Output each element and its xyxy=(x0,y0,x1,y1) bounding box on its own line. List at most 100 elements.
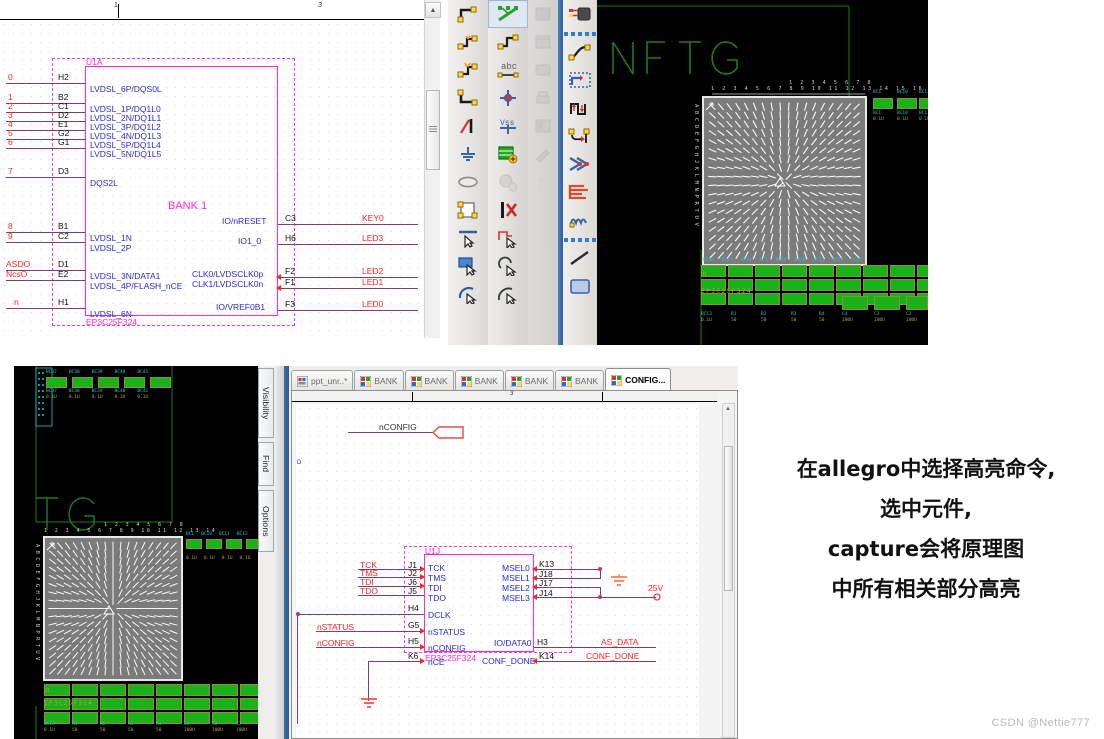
place-bus-entry-icon[interactable] xyxy=(448,56,488,84)
bulk-capacitor[interactable] xyxy=(842,296,868,310)
bulk-capacitor[interactable] xyxy=(906,296,928,310)
select-lasso-pointer-icon[interactable] xyxy=(448,280,488,308)
freehand-select-pointer-icon[interactable] xyxy=(488,252,528,280)
place-vcc-icon[interactable]: Vss xyxy=(488,112,528,140)
net-highlight-icon[interactable] xyxy=(563,0,597,28)
select-box-pointer-icon[interactable] xyxy=(448,252,488,280)
route-connect-icon[interactable] xyxy=(563,38,597,66)
tab-label: BANK xyxy=(524,376,549,386)
net-wire[interactable] xyxy=(6,83,85,84)
place-bus-icon[interactable] xyxy=(488,0,528,28)
bulk-capacitor[interactable] xyxy=(874,296,900,310)
place-ground-icon[interactable] xyxy=(448,140,488,168)
bga-row-letters: ABCDEFGHJKLMNPRTUV xyxy=(34,544,40,664)
place-ellipse-icon[interactable] xyxy=(448,168,488,196)
place-wire-corner-icon[interactable] xyxy=(448,84,488,112)
tab-config[interactable]: CONFIG... xyxy=(605,368,672,391)
tab-bank-1[interactable]: BANK xyxy=(354,370,404,391)
tab-bank-3[interactable]: BANK xyxy=(454,370,504,391)
meander-icon[interactable] xyxy=(563,206,597,234)
net-wire[interactable] xyxy=(534,647,656,648)
net-wire[interactable] xyxy=(6,177,85,178)
capture-window[interactable]: Visibility Find Options ppt_unr..* BANK … xyxy=(258,366,738,739)
cap-row-top-pads[interactable] xyxy=(46,377,171,388)
net-wire[interactable] xyxy=(348,432,434,433)
place-power-icon[interactable] xyxy=(488,84,528,112)
toolbar-column-4[interactable] xyxy=(563,0,597,345)
route-corner-icon[interactable] xyxy=(563,66,597,94)
capacitor-pad[interactable] xyxy=(873,98,893,109)
net-wire[interactable] xyxy=(6,308,85,309)
net-wire[interactable] xyxy=(297,614,298,724)
capture-schematic-canvas[interactable]: D nCONFIG U1J EP3C25F324 TCK J1 TCK TMS … xyxy=(296,404,699,738)
net-wire[interactable] xyxy=(278,310,418,311)
slide-net-icon[interactable] xyxy=(563,122,597,150)
capacitor-pad[interactable] xyxy=(897,98,917,109)
net-wire[interactable] xyxy=(297,614,424,615)
bus-route-icon[interactable] xyxy=(563,178,597,206)
arc-select-pointer-icon[interactable] xyxy=(488,280,528,308)
net-wire[interactable] xyxy=(6,280,85,281)
net-wire[interactable] xyxy=(6,242,85,243)
capture-schematic-area[interactable]: 3 ▲ D nCONFIG U1J EP3C25F324 TCK J1 TCK … xyxy=(291,390,738,739)
bga-column-numbers-2: 1 2 3 4 5 6 7 8 xyxy=(789,80,874,86)
net-wire[interactable] xyxy=(6,139,85,140)
net-wire[interactable] xyxy=(536,661,656,662)
net-wire[interactable] xyxy=(278,244,418,245)
tab-bank-2[interactable]: BANK xyxy=(404,370,454,391)
delete-x-icon[interactable] xyxy=(488,196,528,224)
net-wire[interactable] xyxy=(600,597,656,598)
net-wire[interactable] xyxy=(6,121,85,122)
line-icon[interactable] xyxy=(563,244,597,272)
toolbar-column-1[interactable] xyxy=(448,0,488,345)
tab-project[interactable]: ppt_unr..* xyxy=(291,370,354,391)
delay-tune-icon[interactable] xyxy=(563,94,597,122)
top-schematic-canvas[interactable]: U1A EP3C25F324 BANK 1 0 H2 LVDSL_6P/DQS0… xyxy=(0,20,432,338)
fanout-icon[interactable] xyxy=(563,150,597,178)
tab-bank-5[interactable]: BANK xyxy=(555,370,605,391)
net-wire[interactable] xyxy=(368,661,424,662)
place-wire-icon[interactable] xyxy=(448,0,488,28)
toolbar-column-2[interactable]: abc Vss xyxy=(488,0,528,345)
pcb-view-top[interactable]: 1 2 3 4 5 6 7 8 9 10 11 12 13 14 15 16 1… xyxy=(597,0,928,345)
net-wire[interactable] xyxy=(368,661,369,701)
shape-icon[interactable] xyxy=(563,272,597,300)
place-net-alias-icon[interactable] xyxy=(448,28,488,56)
tab-bank-4[interactable]: BANK xyxy=(504,370,555,391)
net-wire[interactable] xyxy=(6,112,85,113)
net-wire[interactable] xyxy=(6,103,85,104)
top-schematic-vscrollbar[interactable]: ▲ xyxy=(424,0,441,338)
bga-package-u1[interactable] xyxy=(43,536,183,681)
pcb-view-bottom[interactable]: BC37 BC38 BC39 BC40 BC41 BC37 BC38 BC39 … xyxy=(14,366,258,739)
side-tab-visibility[interactable]: Visibility xyxy=(258,368,274,438)
net-label: LED0 xyxy=(362,299,384,309)
schematic-page-tabs[interactable]: ppt_unr..* BANK BANK BANK BANK BANK CONF… xyxy=(291,367,738,391)
capture-vscrollbar[interactable]: ▲ xyxy=(722,403,735,738)
scrollbar-thumb[interactable] xyxy=(724,446,733,591)
cap-col-right-refs: BC1 BC10 BC11 BC12 xyxy=(186,532,248,537)
net-wire[interactable] xyxy=(278,224,418,225)
place-database-part-icon[interactable] xyxy=(488,140,528,168)
net-wire[interactable] xyxy=(6,148,85,149)
bga-package-u1[interactable] xyxy=(702,96,867,266)
place-line-icon[interactable] xyxy=(448,112,488,140)
scroll-up-icon[interactable]: ▲ xyxy=(425,2,441,18)
select-pointer-icon[interactable] xyxy=(448,224,488,252)
net-wire[interactable] xyxy=(6,232,85,233)
panel-scroll-strip[interactable] xyxy=(276,366,284,739)
side-tab-options[interactable]: Options xyxy=(258,490,274,552)
net-wire[interactable] xyxy=(278,277,418,278)
printer-disabled-icon xyxy=(528,84,558,112)
bulk-cap-val: 100U xyxy=(874,318,885,323)
capacitor-pad[interactable] xyxy=(919,98,928,109)
place-page-connector-icon[interactable] xyxy=(448,196,488,224)
top-schematic-window[interactable]: 1 3 U1A EP3C25F324 BANK 1 0 H2 LVDSL_6P/… xyxy=(0,0,432,338)
side-tab-find[interactable]: Find xyxy=(258,442,274,486)
cap-col-right-pads[interactable] xyxy=(186,539,258,549)
rect-select-pointer-icon[interactable] xyxy=(488,224,528,252)
place-text-icon[interactable]: abc xyxy=(488,56,528,84)
side-panel-tabs[interactable]: Visibility Find Options xyxy=(258,366,274,739)
net-wire[interactable] xyxy=(6,130,85,131)
place-junction-icon[interactable] xyxy=(488,28,528,56)
net-wire[interactable] xyxy=(278,288,418,289)
